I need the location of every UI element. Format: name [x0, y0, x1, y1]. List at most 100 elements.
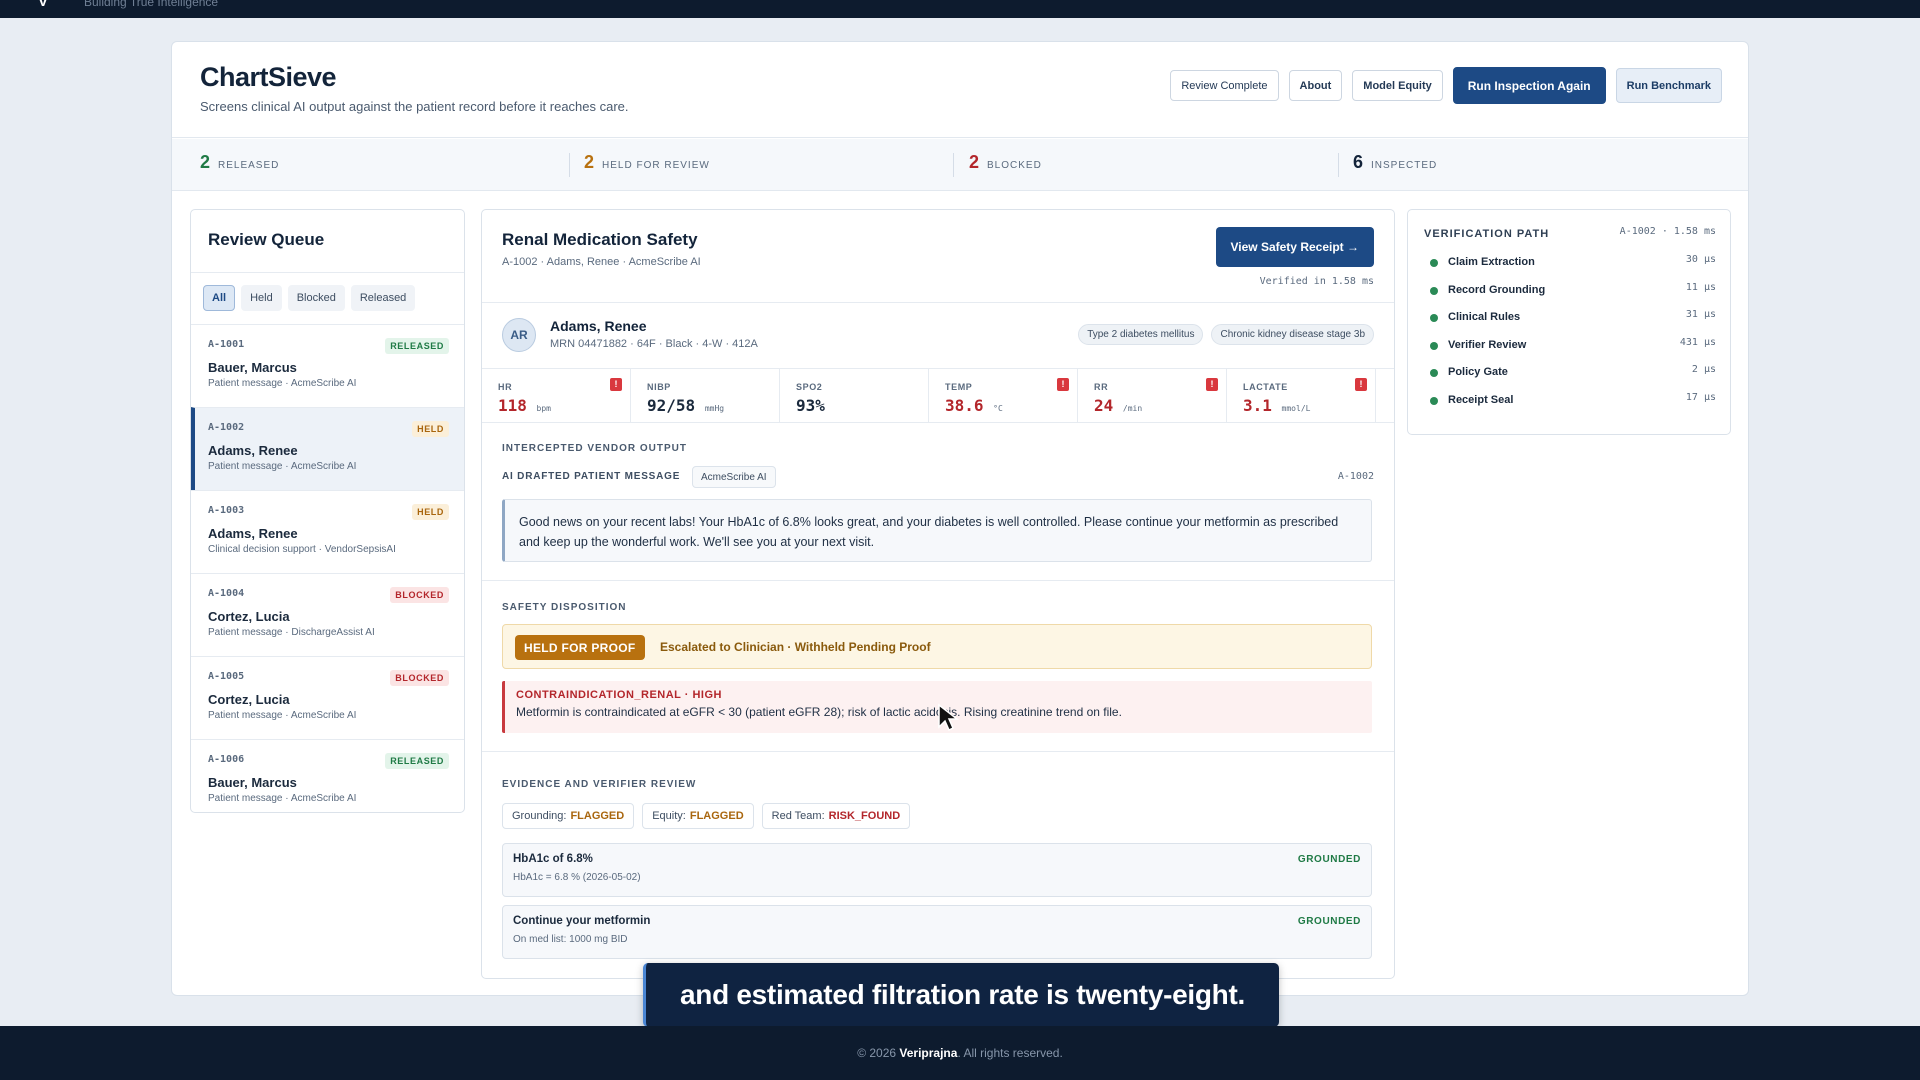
app-header: ChartSieve Screens clinical AI output ag…	[172, 42, 1748, 138]
verified-time: Verified in 1.58 ms	[1259, 276, 1374, 287]
status-badge: BLOCKED	[390, 670, 449, 686]
diagnosis-pill: Chronic kidney disease stage 3b	[1211, 324, 1374, 345]
intercepted-output-heading: INTERCEPTED VENDOR OUTPUT	[502, 443, 688, 454]
step-dot-icon	[1430, 314, 1438, 322]
queue-item-a1001[interactable]: A-1001 RELEASED Bauer, Marcus Patient me…	[191, 324, 464, 407]
queue-item-source: Patient message · AcmeScribe AI	[208, 793, 357, 804]
pill-value: FLAGGED	[689, 810, 744, 822]
footer-brand: Veriprajna	[899, 1046, 958, 1060]
vital-value: 92/58 mmHg	[647, 396, 779, 415]
claim-card: HbA1c of 6.8% HbA1c = 6.8 % (2026-05-02)…	[502, 843, 1372, 897]
filter-all[interactable]: All	[203, 285, 236, 311]
alert-icon: !	[1206, 378, 1218, 391]
verification-path-meta: A-1002 · 1.58 ms	[1619, 226, 1716, 237]
footer-rights: . All rights reserved.	[957, 1046, 1063, 1060]
vitals-strip: HR 118 bpm ! NIBP 92/58 mmHg SPO2 93% TE…	[482, 368, 1394, 423]
contraindication-title: CONTRAINDICATION_RENAL · HIGH	[516, 689, 722, 701]
app-title: ChartSieve	[200, 62, 337, 92]
filter-blocked[interactable]: Blocked	[287, 285, 345, 311]
status-badge: HELD	[412, 421, 449, 437]
step-time: 11 µs	[1685, 281, 1716, 293]
queue-item-name: Bauer, Marcus	[208, 775, 297, 790]
queue-item-a1003[interactable]: A-1003 HELD Adams, Renee Clinical decisi…	[191, 490, 464, 573]
status-badge: RELEASED	[385, 338, 449, 354]
pill-label: Red Team:	[771, 810, 825, 822]
ai-message-header: AI DRAFTED PATIENT MESSAGE AcmeScribe AI…	[502, 466, 1374, 488]
step-name: Receipt Seal	[1448, 393, 1514, 406]
vital-label: SPO2	[796, 382, 823, 392]
stat-divider	[953, 153, 954, 177]
pill-label: Equity:	[652, 810, 686, 822]
stat-inspected-label: INSPECTED	[1371, 160, 1438, 171]
claim-status: GROUNDED	[1297, 916, 1361, 927]
step-name: Record Grounding	[1448, 283, 1546, 296]
queue-item-a1004[interactable]: A-1004 BLOCKED Cortez, Lucia Patient mes…	[191, 573, 464, 656]
vital-number: 24	[1094, 396, 1114, 415]
stat-held: 2 HELD FOR REVIEW	[584, 152, 710, 173]
step-name: Claim Extraction	[1448, 256, 1535, 268]
vital-label: NIBP	[647, 382, 671, 392]
divider	[482, 751, 1394, 752]
queue-item-name: Cortez, Lucia	[208, 609, 290, 624]
verification-step: Clinical Rules 31 µs	[1424, 307, 1716, 335]
diagnosis-list: Type 2 diabetes mellitus Chronic kidney …	[1078, 324, 1374, 345]
vital-temp: TEMP 38.6 °C !	[929, 369, 1078, 422]
claim-title: HbA1c of 6.8%	[513, 853, 593, 865]
queue-item-source: Patient message · AcmeScribe AI	[208, 378, 357, 389]
review-complete-button[interactable]: Review Complete	[1170, 70, 1279, 101]
verification-steps: Claim Extraction 30 µs Record Grounding 11…	[1424, 252, 1716, 417]
page-footer: © 2026 Veriprajna. All rights reserved.	[0, 1026, 1920, 1080]
claim-card: Continue your metformin On med list: 100…	[502, 905, 1372, 959]
model-equity-button[interactable]: Model Equity	[1352, 70, 1443, 101]
app-subtitle: Screens clinical AI output against the p…	[200, 99, 629, 114]
vital-value: 118 bpm	[498, 396, 630, 415]
vital-number: 92/58	[647, 396, 696, 415]
stat-inspected: 6 INSPECTED	[1353, 152, 1437, 173]
filter-held[interactable]: Held	[241, 285, 282, 311]
review-queue: Review Queue All Held Blocked Released A…	[190, 209, 465, 813]
queue-item-source: Patient message · DischargeAssist AI	[208, 627, 375, 638]
disposition-text: Escalated to Clinician · Withheld Pendin…	[660, 640, 931, 654]
step-dot-icon	[1430, 259, 1438, 267]
brand-logo: V	[38, 0, 49, 10]
queue-item-name: Adams, Renee	[208, 443, 298, 458]
vital-spo2: SPO2 93%	[780, 369, 929, 422]
queue-item-source: Patient message · AcmeScribe AI	[208, 710, 357, 721]
status-badge: RELEASED	[385, 753, 449, 769]
step-time: 431 µs	[1679, 336, 1716, 348]
footer-copyright: © 2026	[857, 1046, 897, 1060]
verification-path-title: VERIFICATION PATH	[1424, 228, 1550, 240]
vital-number: 3.1	[1243, 396, 1272, 415]
queue-item-source: Clinical decision support · VendorSepsis…	[208, 544, 396, 555]
vital-hr: HR 118 bpm !	[482, 369, 631, 422]
step-time: 17 µs	[1685, 391, 1716, 403]
stat-blocked: 2 BLOCKED	[969, 152, 1042, 173]
stat-blocked-label: BLOCKED	[987, 160, 1042, 171]
queue-item-a1005[interactable]: A-1005 BLOCKED Cortez, Lucia Patient mes…	[191, 656, 464, 739]
patient-meta: MRN 04471882 · 64F · Black · 4-W · 412A	[550, 338, 758, 350]
about-button[interactable]: About	[1288, 70, 1343, 101]
header-actions: Review Complete About Model Equity Run I…	[1170, 67, 1722, 104]
filter-released[interactable]: Released	[350, 285, 416, 311]
run-inspection-button[interactable]: Run Inspection Again	[1452, 67, 1606, 104]
vital-unit: mmHg	[704, 404, 725, 413]
evidence-heading: EVIDENCE AND VERIFIER REVIEW	[502, 779, 697, 790]
ai-message-text: Good news on your recent labs! Your HbA1…	[502, 499, 1372, 562]
verification-step: Claim Extraction 30 µs	[1424, 252, 1716, 280]
verification-step: Policy Gate 2 µs	[1424, 362, 1716, 390]
verification-step: Verifier Review 431 µs	[1424, 335, 1716, 363]
queue-item-name: Cortez, Lucia	[208, 692, 290, 707]
red-team-pill: Red Team: RISK_FOUND	[761, 803, 911, 829]
queue-item-a1006[interactable]: A-1006 RELEASED Bauer, Marcus Patient me…	[191, 739, 464, 812]
step-time: 2 µs	[1691, 364, 1716, 375]
stat-released-label: RELEASED	[218, 160, 280, 171]
run-benchmark-button[interactable]: Run Benchmark	[1615, 68, 1722, 103]
patient-name: Adams, Renee	[550, 318, 647, 334]
queue-item-a1002[interactable]: A-1002 HELD Adams, Renee Patient message…	[191, 407, 464, 490]
top-bar: V Building True Intelligence	[0, 0, 1920, 18]
vital-number: 93%	[796, 396, 825, 415]
vital-value: 3.1 mmol/L	[1243, 396, 1375, 415]
queue-item-source: Patient message · AcmeScribe AI	[208, 461, 357, 472]
case-subtitle: A-1002 · Adams, Renee · AcmeScribe AI	[502, 256, 701, 268]
view-safety-receipt-button[interactable]: View Safety Receipt →	[1215, 227, 1374, 267]
